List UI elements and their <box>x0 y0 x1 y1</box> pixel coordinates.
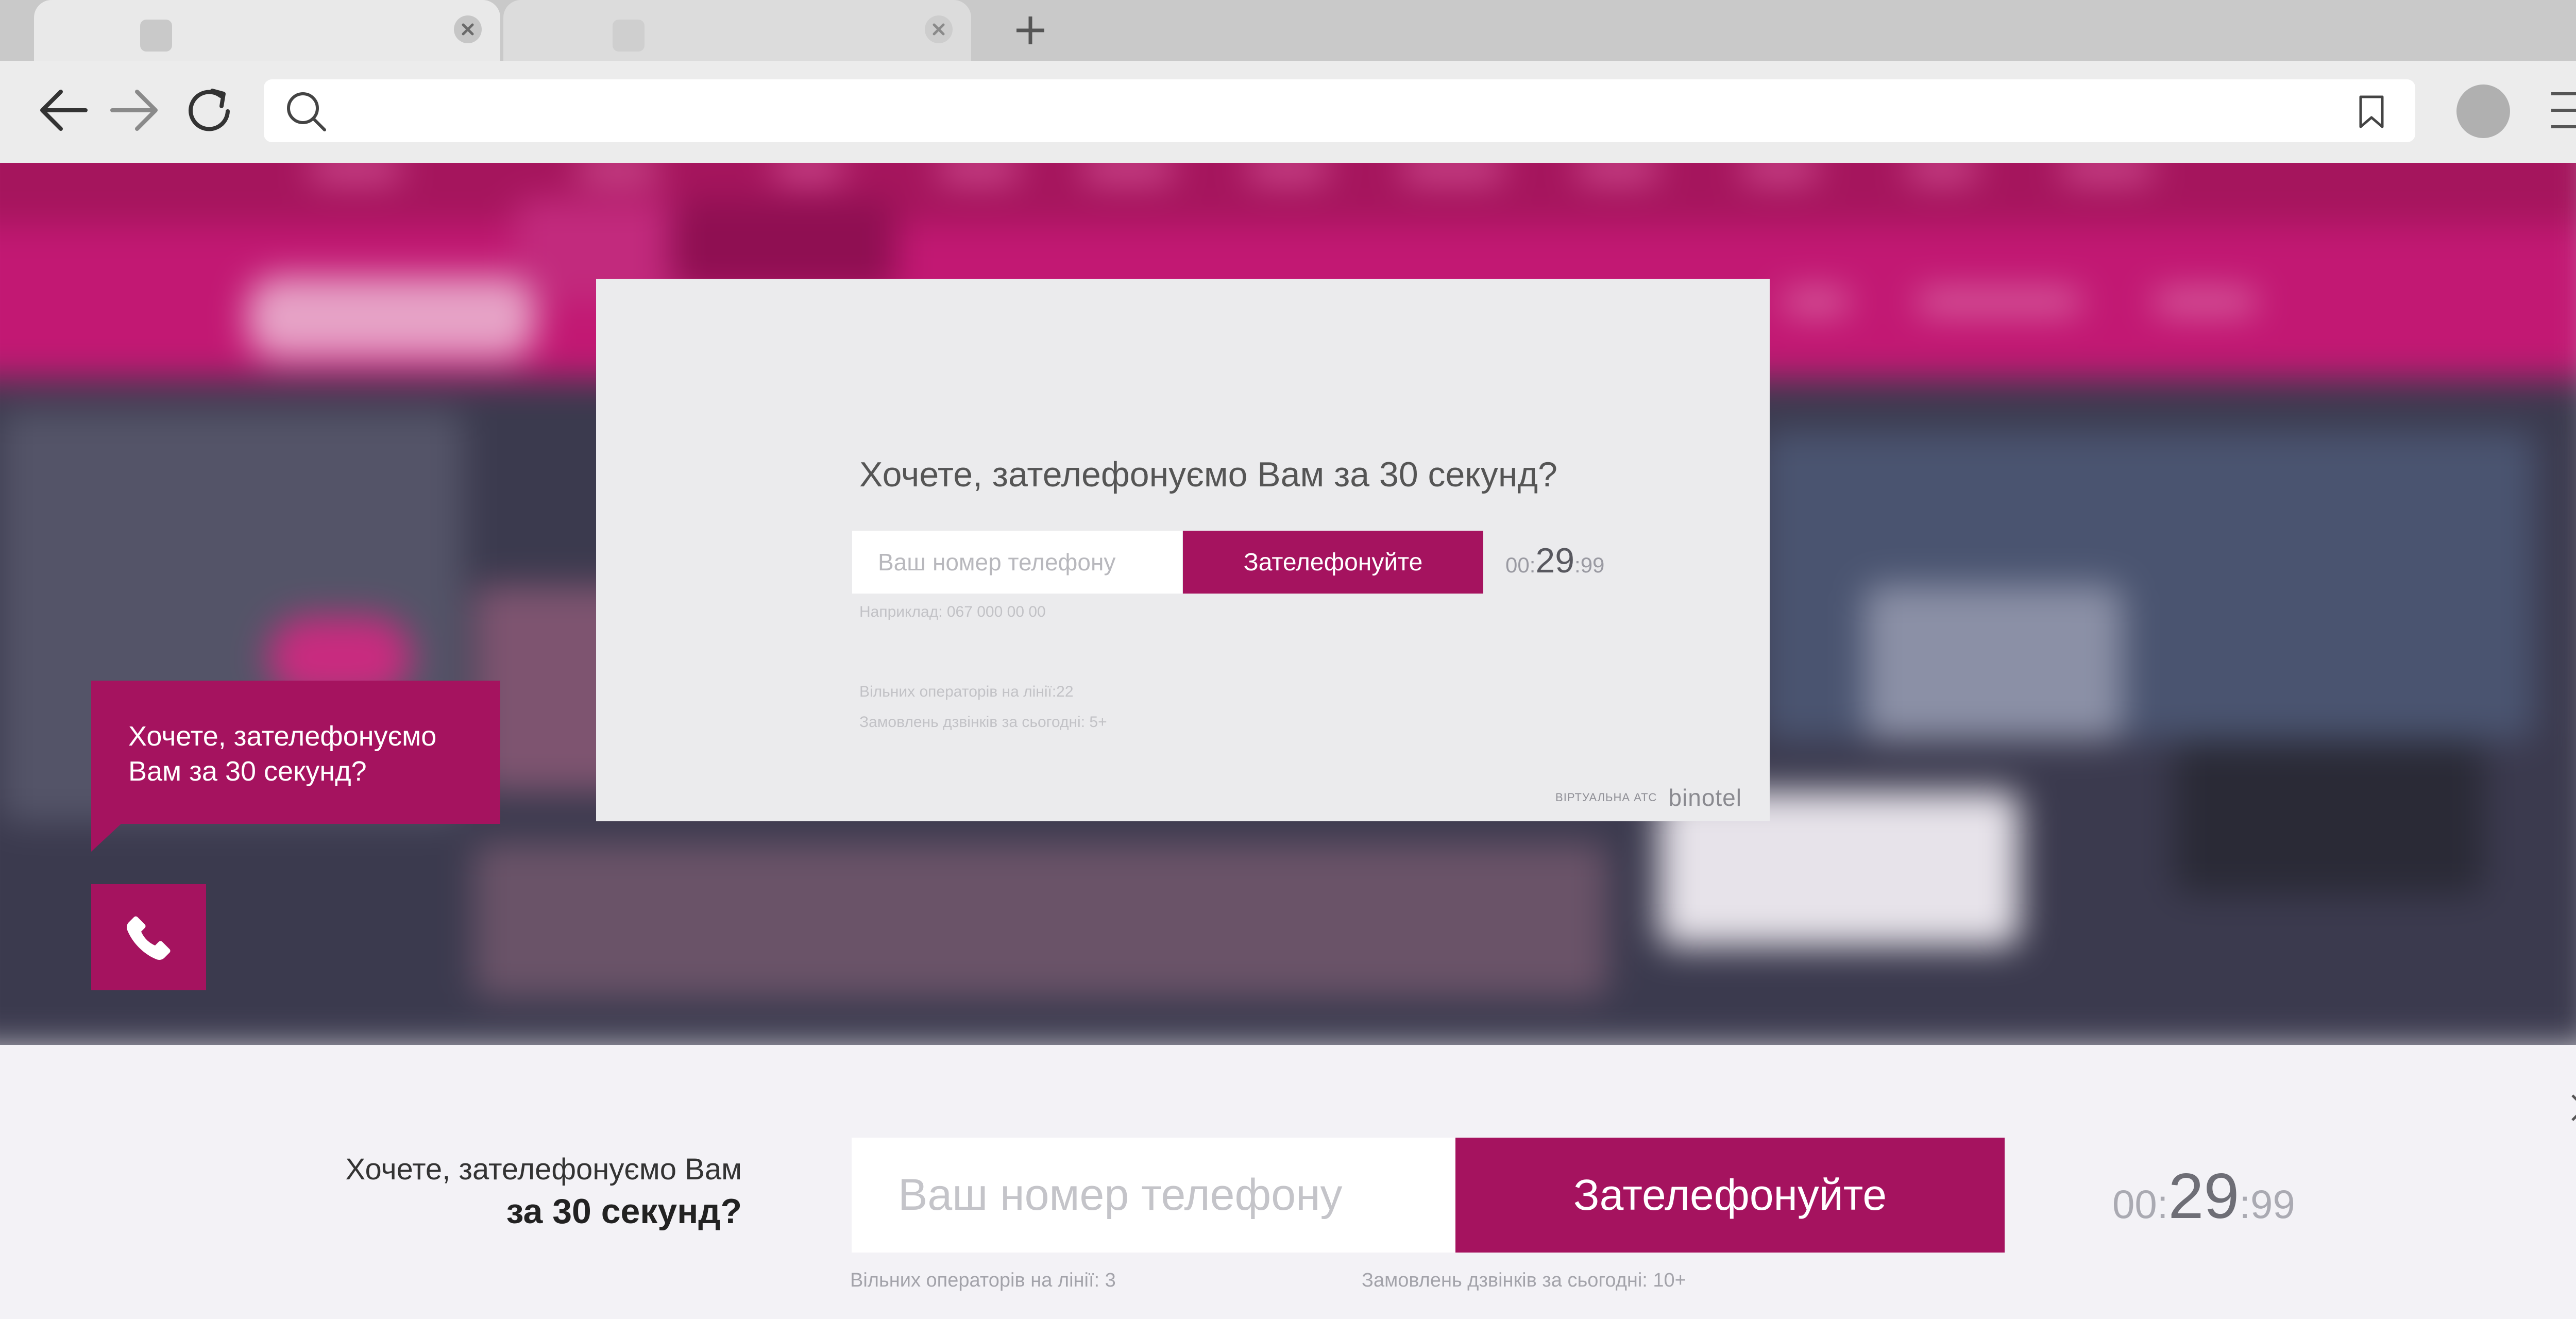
bar-question-line2: за 30 секунд? <box>506 1192 742 1231</box>
favicon-icon <box>140 20 172 52</box>
orders-today-text: Замовлень дзвінків за сьогодні: 5+ <box>859 714 1107 731</box>
profile-avatar[interactable] <box>2456 84 2510 138</box>
bar-question-line1: Хочете, зателефонуємо Вам <box>345 1153 742 1186</box>
modal-title: Хочете, зателефонуємо Вам за 30 секунд? <box>859 455 1557 494</box>
timer-hundredths: 99 <box>2250 1181 2295 1227</box>
bar-phone-input[interactable] <box>852 1138 1455 1253</box>
close-tab-icon[interactable] <box>454 15 482 43</box>
close-icon[interactable] <box>2566 1089 2576 1126</box>
callback-phone-button[interactable] <box>91 884 206 990</box>
callback-bottom-bar: Хочете, зателефонуємо Вам за 30 секунд? … <box>0 1045 2576 1319</box>
tab-inactive[interactable] <box>503 0 971 61</box>
bar-orders-today-text: Замовлень дзвінків за сьогодні: 10+ <box>1362 1270 1686 1291</box>
timer-seconds: 29 <box>1535 541 1575 580</box>
phone-icon <box>127 916 171 960</box>
timer-hundredths: 99 <box>1580 553 1605 577</box>
favicon-icon <box>613 20 645 52</box>
hamburger-menu-icon[interactable] <box>2548 88 2576 133</box>
address-bar[interactable] <box>264 79 2415 142</box>
close-tab-icon[interactable] <box>925 15 953 43</box>
modal-phone-input[interactable] <box>852 531 1182 594</box>
brand-name: binotel <box>1668 784 1742 811</box>
bar-countdown-timer: 00:29:99 <box>2112 1161 2295 1232</box>
callback-speech-bubble[interactable]: Хочете, зателефонуємо Вам за 30 секунд? <box>91 681 500 852</box>
new-tab-icon[interactable] <box>1010 12 1051 48</box>
modal-call-button[interactable]: Зателефонуйте <box>1183 531 1483 594</box>
brand-tagline: ВІРТУАЛЬНА АТС <box>1555 791 1657 804</box>
reload-icon[interactable] <box>179 81 241 138</box>
bubble-text: Хочете, зателефонуємо Вам за 30 секунд? <box>128 721 437 787</box>
bar-free-operators-text: Вільних операторів на лінії: 3 <box>850 1270 1116 1291</box>
bar-call-button[interactable]: Зателефонуйте <box>1455 1138 2005 1253</box>
modal-countdown-timer: 00:29:99 <box>1505 541 1605 580</box>
search-icon <box>283 89 330 138</box>
callback-modal: Хочете, зателефонуємо Вам за 30 секунд? … <box>596 279 1770 821</box>
bookmark-icon[interactable] <box>2353 94 2389 132</box>
back-arrow-icon[interactable] <box>32 81 94 138</box>
binotel-brand: ВІРТУАЛЬНА АТС binotel <box>1555 784 1742 811</box>
phone-example-hint: Наприклад: 067 000 00 00 <box>859 603 1046 620</box>
forward-arrow-icon[interactable] <box>105 81 167 138</box>
tab-strip <box>0 0 2576 61</box>
free-operators-text: Вільних операторів на лінії:22 <box>859 683 1074 700</box>
timer-minutes: 00 <box>1505 553 1530 577</box>
timer-seconds: 29 <box>2168 1161 2240 1232</box>
tab-active[interactable] <box>34 0 500 61</box>
timer-minutes: 00 <box>2112 1181 2157 1227</box>
